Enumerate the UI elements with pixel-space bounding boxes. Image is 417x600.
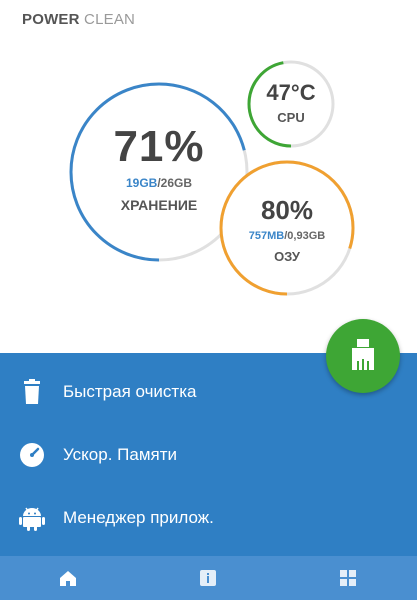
ram-total: 0,93GB: [287, 230, 326, 242]
storage-label: ХРАНЕНИЕ: [120, 197, 198, 213]
grid-icon[interactable]: [336, 566, 360, 590]
ram-gauge[interactable]: 80% 757MB/0,93GB ОЗУ: [227, 195, 347, 264]
storage-percent: 71%: [113, 122, 205, 171]
ram-percent: 80%: [260, 195, 314, 225]
broom-icon: [352, 339, 374, 370]
menu-item-label: Ускор. Памяти: [63, 445, 177, 464]
menu-item-memory-boost[interactable]: Ускор. Памяти: [0, 430, 417, 480]
android-icon: [19, 507, 45, 531]
ram-label: ОЗУ: [274, 249, 300, 264]
storage-usage: 19GB/26GB: [125, 176, 193, 190]
speedometer-icon: [20, 443, 44, 467]
menu-item-label: Быстрая очистка: [63, 382, 197, 401]
ram-used: 757MB: [248, 230, 285, 242]
menu-item-app-manager[interactable]: Менеджер прилож.: [0, 493, 417, 543]
info-icon[interactable]: [196, 566, 220, 590]
ram-usage: 757MB/0,93GB: [248, 230, 326, 242]
storage-gauge[interactable]: 71% 19GB/26GB ХРАНЕНИЕ: [79, 122, 239, 213]
trash-icon: [24, 379, 40, 404]
home-icon[interactable]: [56, 566, 80, 590]
clean-fab-button[interactable]: [326, 319, 400, 393]
menu-item-label: Менеджер прилож.: [63, 508, 214, 527]
bottom-navigation: [0, 556, 417, 600]
storage-used: 19GB: [125, 176, 158, 190]
storage-total: 26GB: [160, 176, 193, 190]
cpu-label: CPU: [277, 110, 305, 125]
cpu-gauge[interactable]: 47°C CPU: [251, 80, 331, 125]
cpu-temp: 47°C: [266, 80, 316, 105]
